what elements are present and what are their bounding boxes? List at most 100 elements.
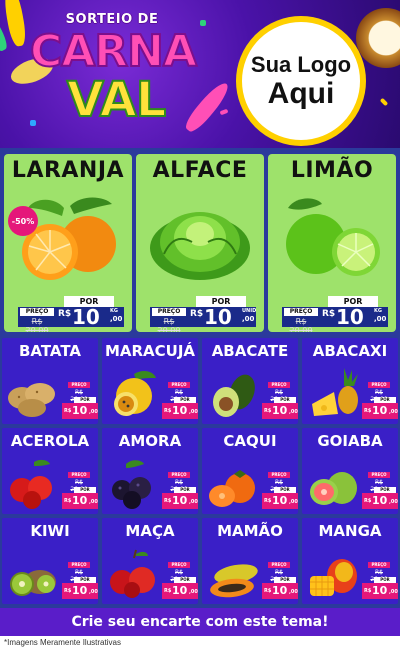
price-unit: UNID bbox=[242, 308, 257, 314]
price-value: 10 bbox=[172, 584, 188, 597]
product-name: MAÇA bbox=[125, 522, 175, 540]
currency: R$ bbox=[64, 408, 72, 414]
product-name: MAMÃO bbox=[217, 522, 283, 540]
preco-label: PREÇO bbox=[168, 382, 190, 388]
price-value: 10 bbox=[272, 494, 288, 507]
carnival-title: SORTEIO DE CARNA VAL bbox=[28, 6, 198, 138]
kiwi-icon bbox=[10, 570, 56, 596]
price-box: R$ 10 ,00 bbox=[62, 493, 98, 509]
cta-banner[interactable]: Crie seu encarte com este tema! bbox=[0, 608, 400, 636]
product-card-manga: MANGA PREÇO R$ 20,00 POR R$ 10 ,00 bbox=[302, 518, 398, 604]
price-cents: ,00 bbox=[289, 589, 298, 595]
product-card-batata: BATATA PREÇO R$ 20,00 POR R$ 10 ,00 bbox=[2, 338, 98, 424]
price-unit: KG bbox=[374, 308, 382, 314]
price-tag: PREÇO R$ 20,00 POR R$ 10 ,00 bbox=[162, 382, 198, 422]
currency: R$ bbox=[322, 309, 336, 319]
price-tag: PREÇO R$ 20,00 POR R$ 10 ,00 bbox=[162, 472, 198, 512]
preco-label: PREÇO bbox=[368, 472, 390, 478]
confetti-decoration bbox=[200, 20, 206, 26]
preco-label: PREÇO bbox=[268, 472, 290, 478]
product-name: LARANJA bbox=[11, 158, 125, 183]
preco-label: PREÇO bbox=[68, 562, 90, 568]
price-cents: ,00 bbox=[110, 315, 123, 323]
price-value: 10 bbox=[372, 494, 388, 507]
price-box: R$ 10 ,00 bbox=[262, 583, 298, 599]
product-name: ALFACE bbox=[152, 158, 248, 183]
product-name: BATATA bbox=[18, 342, 82, 360]
disclaimer-text: *Imagens Meramente Ilustrativas bbox=[4, 638, 121, 647]
preco-label: PREÇO bbox=[68, 472, 90, 478]
product-name: MARACUJÁ bbox=[104, 342, 196, 360]
price-tag: PREÇO R$ 20,00 POR R$ 10 ,00 bbox=[62, 472, 98, 512]
price-tag: POR PREÇO R$ 20,00 R$ 10 KG ,00 bbox=[282, 296, 388, 332]
price-box: R$ 10 ,00 bbox=[162, 583, 198, 599]
currency: R$ bbox=[364, 498, 372, 504]
product-name: AMORA bbox=[118, 432, 182, 450]
price-box: R$ 10 ,00 bbox=[62, 403, 98, 419]
price-box: R$ 10 ,00 bbox=[262, 403, 298, 419]
product-name: ABACAXI bbox=[312, 342, 388, 360]
price-value: 10 bbox=[272, 404, 288, 417]
logo-placeholder: Sua Logo Aqui bbox=[236, 16, 366, 146]
price-box: R$ 10 ,00 bbox=[362, 583, 398, 599]
product-card-mamao: MAMÃO PREÇO R$ 20,00 POR R$ 10 ,00 bbox=[202, 518, 298, 604]
title-line-2: VAL bbox=[66, 71, 168, 129]
price-cents: ,00 bbox=[89, 499, 98, 505]
currency: R$ bbox=[264, 498, 272, 504]
old-price: R$ 20,00 bbox=[25, 317, 49, 332]
price-value: 10 bbox=[272, 584, 288, 597]
currency: R$ bbox=[190, 309, 204, 319]
product-card-abacaxi: ABACAXI PREÇO R$ 20,00 POR R$ 10 ,00 bbox=[302, 338, 398, 424]
lime-icon bbox=[286, 198, 380, 276]
preco-label: PREÇO bbox=[20, 308, 54, 316]
price-cents: ,00 bbox=[189, 589, 198, 595]
featured-card-limao: LIMÃO POR PREÇO R$ 20,00 R$ 10 KG ,00 bbox=[268, 154, 396, 332]
product-name: ACEROLA bbox=[10, 432, 90, 450]
price-tag: PREÇO R$ 20,00 POR R$ 10 ,00 bbox=[262, 382, 298, 422]
preco-label: PREÇO bbox=[368, 382, 390, 388]
product-card-maracuja: MARACUJÁ PREÇO R$ 20,00 POR R$ 10 ,00 bbox=[102, 338, 198, 424]
price-tag: PREÇO R$ 20,00 POR R$ 10 ,00 bbox=[262, 472, 298, 512]
price-box: PREÇO R$ 20,00 R$ 10 KG ,00 bbox=[282, 305, 388, 332]
price-tag: PREÇO R$ 20,00 POR R$ 10 ,00 bbox=[62, 562, 98, 602]
passion-fruit-icon bbox=[114, 371, 156, 416]
logo-text-line-2: Aqui bbox=[267, 77, 335, 110]
confetti-decoration bbox=[219, 108, 229, 116]
preco-label: PREÇO bbox=[268, 562, 290, 568]
price-cents: ,00 bbox=[189, 499, 198, 505]
price-cents: ,00 bbox=[289, 499, 298, 505]
price-cents: ,00 bbox=[289, 409, 298, 415]
currency: R$ bbox=[364, 408, 372, 414]
flyer-page: SORTEIO DE CARNA VAL Sua Logo Aqui LARAN… bbox=[0, 0, 400, 650]
currency: R$ bbox=[164, 498, 172, 504]
price-value: 10 bbox=[72, 494, 88, 507]
product-card-abacate: ABACATE PREÇO R$ 20,00 POR R$ 10 ,00 bbox=[202, 338, 298, 424]
product-name: LIMÃO bbox=[290, 158, 374, 183]
papaya-icon bbox=[210, 564, 258, 598]
mango-icon bbox=[310, 559, 357, 596]
lettuce-icon bbox=[150, 212, 250, 280]
price-value: 10 bbox=[72, 305, 100, 329]
old-price: R$ 20,00 bbox=[157, 317, 181, 332]
price-tag: POR PREÇO R$ 20,00 R$ 10 KG ,00 bbox=[18, 296, 124, 332]
featured-card-laranja: LARANJA -50% POR PREÇO R$ 20,00 R$ 10 KG… bbox=[4, 154, 132, 332]
preco-label: PREÇO bbox=[68, 382, 90, 388]
product-card-kiwi: KIWI PREÇO R$ 20,00 POR R$ 10 ,00 bbox=[2, 518, 98, 604]
title-line-1: CARNA bbox=[29, 25, 198, 78]
avocado-icon bbox=[213, 374, 255, 417]
price-cents: ,00 bbox=[89, 409, 98, 415]
price-cents: ,00 bbox=[189, 409, 198, 415]
product-name: CAQUI bbox=[223, 432, 277, 450]
pineapple-icon bbox=[312, 368, 358, 416]
discount-badge: -50% bbox=[8, 206, 38, 236]
preco-label: PREÇO bbox=[168, 472, 190, 478]
product-card-maca: MAÇA PREÇO R$ 20,00 POR R$ 10 ,00 bbox=[102, 518, 198, 604]
price-value: 10 bbox=[204, 305, 232, 329]
price-tag: PREÇO R$ 20,00 POR R$ 10 ,00 bbox=[262, 562, 298, 602]
blackberry-icon bbox=[112, 460, 151, 509]
product-name: GOIABA bbox=[317, 432, 383, 450]
featured-products: LARANJA -50% POR PREÇO R$ 20,00 R$ 10 KG… bbox=[0, 148, 400, 336]
tambourine-decoration bbox=[356, 8, 400, 68]
currency: R$ bbox=[64, 588, 72, 594]
price-box: PREÇO R$ 20,00 R$ 10 UNID ,00 bbox=[150, 305, 257, 332]
